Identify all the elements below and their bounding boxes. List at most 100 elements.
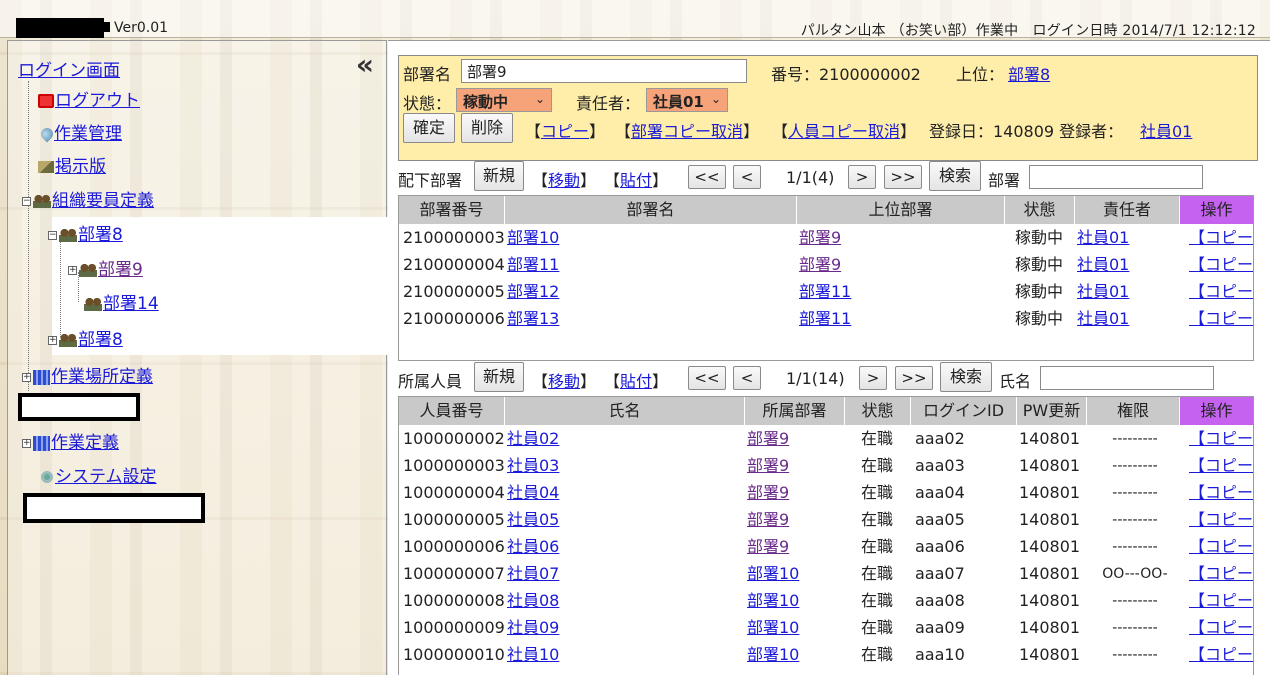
sidebar-item-board[interactable]: 掲示版 bbox=[38, 152, 106, 177]
tree-node-label[interactable]: 部署9 bbox=[98, 260, 143, 280]
copy-op-link[interactable]: 【コピー】 bbox=[1189, 536, 1253, 558]
expand-expander-icon[interactable]: + bbox=[22, 372, 31, 382]
manager-select[interactable]: 社員01 ⌄ bbox=[646, 88, 728, 112]
prev-page-button[interactable]: < bbox=[733, 366, 761, 390]
sidebar-item-label[interactable]: 組織要員定義 bbox=[52, 191, 154, 211]
dept-name-link[interactable]: 部署12 bbox=[507, 281, 795, 303]
prev-page-button[interactable]: < bbox=[733, 165, 761, 189]
parent-dept-link[interactable]: 部署9 bbox=[799, 227, 999, 249]
delete-button[interactable]: 削除 bbox=[461, 113, 513, 143]
copy-op-link[interactable]: 【コピー】 bbox=[1189, 227, 1253, 249]
tree-node-dept9[interactable]: + 部署9 bbox=[68, 255, 143, 280]
tree-node-label[interactable]: 部署14 bbox=[103, 294, 159, 314]
parent-dept-link[interactable]: 部署9 bbox=[799, 254, 999, 276]
copy-op-link[interactable]: 【コピー】 bbox=[1189, 644, 1253, 666]
tree-node-dept8[interactable]: − 部署8 bbox=[48, 220, 123, 245]
move-dept-link[interactable]: 【移動】 bbox=[532, 167, 596, 191]
paste-dept-link[interactable]: 【貼付】 bbox=[604, 167, 668, 191]
staff-dept-link[interactable]: 部署10 bbox=[747, 644, 843, 666]
staff-name-link[interactable]: 社員08 bbox=[507, 590, 743, 612]
tree-node-dept14[interactable]: 部署14 bbox=[84, 289, 159, 314]
staff-dept-link[interactable]: 部署10 bbox=[747, 617, 843, 639]
expand-expander-icon[interactable]: + bbox=[48, 335, 57, 345]
sidebar-item-label[interactable]: ログアウト bbox=[55, 91, 140, 111]
paste-staff-link[interactable]: 【貼付】 bbox=[604, 368, 668, 392]
status-select[interactable]: 稼動中 ⌄ bbox=[456, 88, 552, 112]
manager-link[interactable]: 社員01 bbox=[1077, 281, 1177, 303]
parent-dept-link[interactable]: 部署11 bbox=[799, 281, 999, 303]
next-page-button[interactable]: > bbox=[859, 366, 887, 390]
staff-name-link[interactable]: 社員02 bbox=[507, 428, 743, 450]
dept-copy-cancel-link[interactable]: 【部署コピー取消】 bbox=[615, 118, 759, 142]
first-page-button[interactable]: << bbox=[688, 366, 726, 390]
login-screen-link[interactable]: ログイン画面 bbox=[18, 56, 120, 81]
sidebar-item-label[interactable]: 作業管理 bbox=[54, 124, 122, 144]
staff-dept-link[interactable]: 部署10 bbox=[747, 563, 843, 585]
staff-name-link[interactable]: 社員06 bbox=[507, 536, 743, 558]
new-dept-button[interactable]: 新規 bbox=[474, 161, 524, 191]
copy-op-link[interactable]: 【コピー】 bbox=[1189, 455, 1253, 477]
move-staff-link[interactable]: 【移動】 bbox=[532, 368, 596, 392]
copy-op-link[interactable]: 【コピー】 bbox=[1189, 482, 1253, 504]
parent-dept-link[interactable]: 部署11 bbox=[799, 308, 999, 330]
last-page-button[interactable]: >> bbox=[884, 165, 922, 189]
tree-node-dept8-second[interactable]: + 部署8 bbox=[48, 325, 123, 350]
confirm-button[interactable]: 確定 bbox=[403, 113, 455, 143]
last-page-button[interactable]: >> bbox=[895, 366, 933, 390]
staff-search-input[interactable] bbox=[1040, 366, 1214, 390]
manager-link[interactable]: 社員01 bbox=[1077, 254, 1177, 276]
registrant-link[interactable]: 社員01 bbox=[1140, 118, 1192, 142]
copy-op-link[interactable]: 【コピー】 bbox=[1189, 590, 1253, 612]
parent-dept-link[interactable]: 部署8 bbox=[1008, 61, 1050, 85]
expand-expander-icon[interactable]: + bbox=[68, 265, 77, 275]
staff-name-link[interactable]: 社員05 bbox=[507, 509, 743, 531]
sidebar-item-logout[interactable]: ログアウト bbox=[38, 86, 140, 111]
copy-op-link[interactable]: 【コピー】 bbox=[1189, 617, 1253, 639]
next-page-button[interactable]: > bbox=[848, 165, 876, 189]
staff-dept-link[interactable]: 部署9 bbox=[747, 428, 843, 450]
sidebar-item-workplace-def[interactable]: + 作業場所定義 bbox=[22, 362, 153, 387]
staff-name-link[interactable]: 社員09 bbox=[507, 617, 743, 639]
copy-op-link[interactable]: 【コピー】 bbox=[1189, 428, 1253, 450]
staff-name-link[interactable]: 社員07 bbox=[507, 563, 743, 585]
manager-link[interactable]: 社員01 bbox=[1077, 308, 1177, 330]
dept-name-link[interactable]: 部署10 bbox=[507, 227, 795, 249]
staff-dept-link[interactable]: 部署9 bbox=[747, 455, 843, 477]
staff-name-link[interactable]: 社員10 bbox=[507, 644, 743, 666]
collapse-expander-icon[interactable]: − bbox=[22, 196, 31, 206]
copy-link[interactable]: 【コピー】 bbox=[525, 118, 605, 142]
expand-expander-icon[interactable]: + bbox=[22, 438, 31, 448]
collapse-expander-icon[interactable]: − bbox=[48, 230, 57, 240]
search-dept-button[interactable]: 検索 bbox=[929, 161, 981, 191]
sidebar-item-work-def[interactable]: + 作業定義 bbox=[22, 428, 119, 453]
staff-dept-link[interactable]: 部署9 bbox=[747, 482, 843, 504]
sidebar-item-work-manage[interactable]: 作業管理 bbox=[38, 119, 122, 144]
tree-node-label[interactable]: 部署8 bbox=[78, 225, 123, 245]
tree-node-label[interactable]: 部署8 bbox=[78, 330, 123, 350]
search-staff-button[interactable]: 検索 bbox=[940, 362, 992, 392]
sidebar-item-label[interactable]: 作業定義 bbox=[51, 433, 119, 453]
sidebar-item-label[interactable]: 作業場所定義 bbox=[51, 367, 153, 387]
collapse-sidebar-icon[interactable]: « bbox=[356, 51, 374, 79]
copy-op-link[interactable]: 【コピー】 bbox=[1189, 281, 1253, 303]
copy-op-link[interactable]: 【コピー】 bbox=[1189, 308, 1253, 330]
staff-dept-link[interactable]: 部署9 bbox=[747, 509, 843, 531]
dept-name-link[interactable]: 部署11 bbox=[507, 254, 795, 276]
manager-link[interactable]: 社員01 bbox=[1077, 227, 1177, 249]
new-staff-button[interactable]: 新規 bbox=[474, 362, 524, 392]
staff-dept-link[interactable]: 部署9 bbox=[747, 536, 843, 558]
sidebar-item-label[interactable]: 掲示版 bbox=[55, 157, 106, 177]
dept-name-input[interactable]: 部署9 bbox=[461, 59, 747, 83]
sidebar-item-org-def[interactable]: − 組織要員定義 bbox=[22, 186, 154, 211]
dept-search-input[interactable] bbox=[1029, 165, 1203, 189]
copy-op-link[interactable]: 【コピー】 bbox=[1189, 509, 1253, 531]
sidebar-item-system-settings[interactable]: システム設定 bbox=[40, 462, 157, 487]
sidebar-item-label[interactable]: システム設定 bbox=[55, 467, 157, 487]
staff-name-link[interactable]: 社員03 bbox=[507, 455, 743, 477]
dept-name-link[interactable]: 部署13 bbox=[507, 308, 795, 330]
staff-copy-cancel-link[interactable]: 【人員コピー取消】 bbox=[772, 118, 916, 142]
staff-name-link[interactable]: 社員04 bbox=[507, 482, 743, 504]
staff-dept-link[interactable]: 部署10 bbox=[747, 590, 843, 612]
copy-op-link[interactable]: 【コピー】 bbox=[1189, 254, 1253, 276]
copy-op-link[interactable]: 【コピー】 bbox=[1189, 563, 1253, 585]
